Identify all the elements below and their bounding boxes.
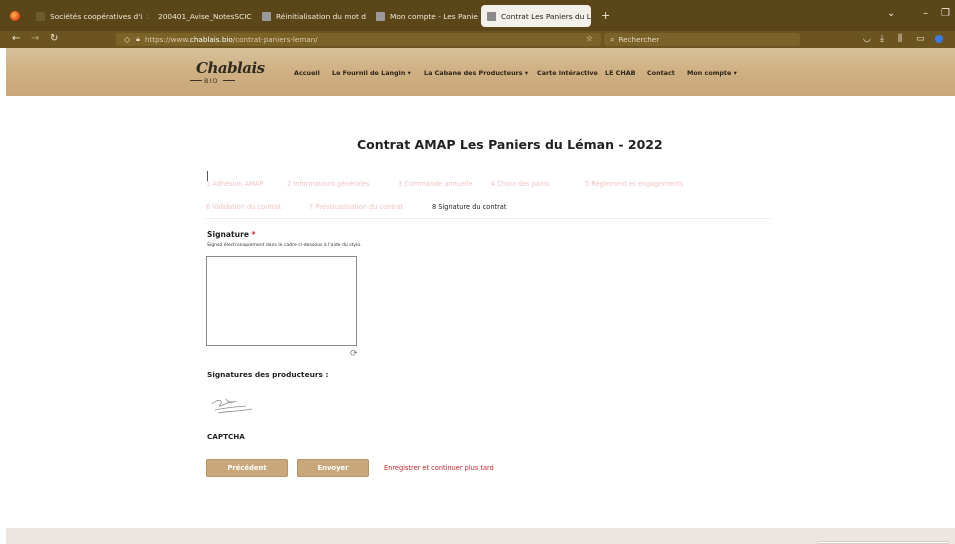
- step-pains[interactable]: 4 Choix des pains: [491, 180, 549, 188]
- logo-divider: [223, 80, 235, 81]
- star-icon[interactable]: ☆: [586, 34, 593, 43]
- shield-icon[interactable]: ◇: [124, 35, 130, 44]
- search-input[interactable]: ⌕ Rechercher: [604, 33, 800, 46]
- menu-item-carte[interactable]: Carte intéractive: [537, 69, 598, 77]
- submit-button[interactable]: Envoyer: [297, 459, 369, 477]
- step-signature-current: 8 Signature du contrat: [432, 203, 507, 211]
- restore-icon[interactable]: ❐: [941, 8, 950, 19]
- menu-item-fournil[interactable]: Le Fournil de Langin ▾: [332, 69, 411, 77]
- favicon-icon: [487, 11, 496, 21]
- signature-hint: Signez électroniquement dans le cadre ci…: [207, 243, 362, 248]
- step-commande[interactable]: 3 Commande annuelle: [398, 180, 473, 188]
- extension-icon[interactable]: [935, 35, 943, 43]
- site-footer: [6, 528, 955, 544]
- steps-divider: [206, 218, 770, 219]
- step-previsualisation[interactable]: 7 Prévisualisation du contrat: [309, 203, 403, 211]
- required-mark: *: [251, 230, 256, 239]
- chevron-down-icon: ▾: [407, 69, 411, 77]
- search-placeholder: Rechercher: [618, 35, 660, 44]
- captcha-label: CAPTCHA: [207, 432, 245, 441]
- close-icon[interactable]: ×: [146, 12, 148, 21]
- reload-icon[interactable]: ↻: [50, 33, 58, 44]
- sidebar-icon[interactable]: ▭: [916, 34, 925, 44]
- url-bar[interactable]: ◇ 🔒︎ https://www. chablais.bio/contrat-pa…: [116, 33, 601, 46]
- tab-label: Sociétés coopératives d'i: [50, 11, 143, 21]
- minimize-icon[interactable]: –: [923, 8, 928, 19]
- search-icon: ⌕: [610, 34, 615, 44]
- download-icon[interactable]: ⤓: [880, 34, 884, 44]
- signature-pad[interactable]: [206, 256, 357, 346]
- browser-tab[interactable]: Sociétés coopératives d'i ×: [30, 5, 148, 27]
- menu-item-accueil[interactable]: Accueil: [294, 69, 320, 77]
- chevron-down-icon: ▾: [524, 69, 529, 77]
- tab-list-icon[interactable]: ⌄: [887, 8, 895, 19]
- url-prefix: https://www.: [144, 35, 190, 44]
- step-reglement[interactable]: 5 Règlement et engagements: [585, 180, 683, 188]
- page-title: Contrat AMAP Les Paniers du Léman - 2022: [357, 137, 663, 152]
- pocket-icon[interactable]: ◡: [863, 34, 871, 44]
- browser-tabbar: Sociétés coopératives d'i × 200401_Avise…: [0, 0, 955, 31]
- clear-signature-icon[interactable]: ⟳: [350, 350, 359, 359]
- tab-label: Contrat Les Paniers du Lé: [501, 11, 591, 21]
- new-tab-button[interactable]: +: [601, 9, 610, 22]
- browser-tab[interactable]: 200401_Avise_NotesSCIC ×: [152, 5, 252, 27]
- menu-item-chab[interactable]: LE CHAB: [605, 69, 636, 77]
- previous-button[interactable]: Précédent: [206, 459, 288, 477]
- tab-label: 200401_Avise_NotesSCIC: [158, 11, 252, 21]
- site-logo[interactable]: Chablais: [196, 59, 265, 77]
- tab-label: Réinitialisation du mot de: [276, 11, 366, 21]
- favicon-icon: [376, 11, 385, 21]
- browser-navbar: ← → ↻ ◇ 🔒︎ https://www. chablais.bio/cont…: [0, 31, 955, 48]
- chevron-down-icon: ▾: [733, 69, 737, 77]
- producers-signatures-label: Signatures des producteurs :: [207, 370, 329, 379]
- save-later-link[interactable]: Enregistrer et continuer plus tard: [384, 464, 494, 472]
- logo-divider: [190, 80, 202, 81]
- step-adhesion[interactable]: 1 Adhésion AMAP: [206, 180, 263, 188]
- step-informations[interactable]: 2 Informations générales: [287, 180, 370, 188]
- menu-item-mon-compte[interactable]: Mon compte ▾: [687, 69, 737, 77]
- back-icon[interactable]: ←: [12, 33, 20, 44]
- favicon-icon: [36, 11, 45, 21]
- firefox-icon[interactable]: [10, 11, 20, 21]
- url-host: chablais.bio: [189, 35, 233, 44]
- step-validation[interactable]: 6 Validation du contrat: [206, 203, 281, 211]
- menu-item-contact[interactable]: Contact: [647, 69, 675, 77]
- forward-icon[interactable]: →: [31, 33, 39, 44]
- menu-item-cabane[interactable]: La Cabane des Producteurs ▾: [424, 69, 528, 77]
- logo-subtitle: BIO: [204, 77, 219, 85]
- browser-tab[interactable]: Réinitialisation du mot de ×: [256, 5, 366, 27]
- favicon-icon: [262, 11, 271, 21]
- signature-label: Signature *: [207, 230, 256, 239]
- tab-label: Mon compte - Les Paniers: [390, 11, 478, 21]
- producer-signature-image: [211, 398, 253, 414]
- browser-tab[interactable]: Mon compte - Les Paniers ×: [370, 5, 478, 27]
- library-icon[interactable]: ⫼: [898, 34, 902, 44]
- url-path: /contrat-paniers-leman/: [232, 35, 318, 44]
- browser-tab-active[interactable]: Contrat Les Paniers du Lé ×: [481, 5, 591, 27]
- lock-icon[interactable]: 🔒︎: [136, 35, 140, 44]
- site-header: Chablais BIO Accueil Le Fournil de Langi…: [6, 48, 955, 96]
